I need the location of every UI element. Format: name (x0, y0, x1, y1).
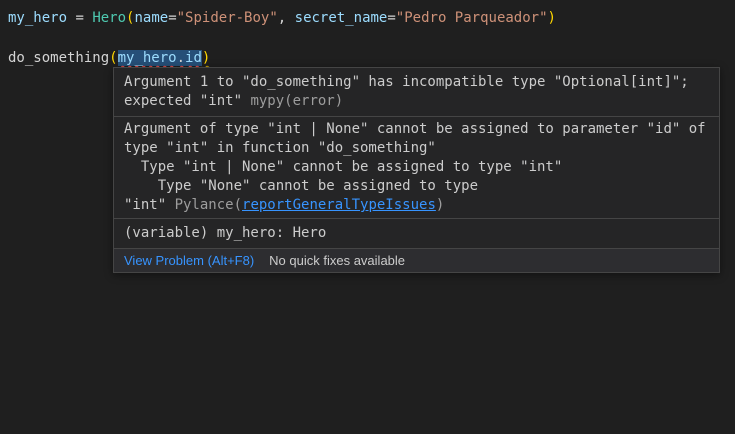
code-token: . (177, 50, 185, 66)
hover-text: Type "None" cannot be assigned to type (124, 178, 478, 194)
variable-my-hero: my_hero (8, 10, 67, 26)
hover-text: ) (436, 197, 444, 213)
code-token: "Pedro Parqueador" (396, 10, 548, 26)
hover-text-line: Type "None" cannot be assigned to type (124, 177, 709, 196)
hover-text-line: "int" Pylance(reportGeneralTypeIssues) (124, 196, 709, 215)
code-token: ) (548, 10, 556, 26)
hover-text: "int" (124, 197, 175, 213)
variable-type-info: (variable) my_hero: Hero (114, 219, 719, 249)
hover-text: Type "int | None" cannot be assigned to … (124, 159, 562, 175)
code-token: = (387, 10, 395, 26)
code-token: = (168, 10, 176, 26)
error-expression-my-hero-id: my_hero (118, 50, 177, 66)
function-do-something: do_something (8, 50, 109, 66)
code-editor[interactable]: my_hero = Hero(name="Spider-Boy", secret… (0, 0, 735, 434)
code-line[interactable] (8, 28, 556, 48)
code-token: secret_name (295, 10, 388, 26)
no-quick-fixes-label: No quick fixes available (269, 253, 405, 268)
hover-text-line: Argument of type "int | None" cannot be … (124, 120, 709, 139)
pylance-diagnostic: Argument of type "int | None" cannot be … (114, 117, 719, 219)
hover-text-line: Type "int | None" cannot be assigned to … (124, 158, 709, 177)
code-area[interactable]: my_hero = Hero(name="Spider-Boy", secret… (8, 8, 556, 68)
hover-text-line: (variable) my_hero: Hero (124, 224, 709, 243)
hover-text: Argument 1 to "do_something" has incompa… (124, 74, 689, 90)
mypy-diagnostic: Argument 1 to "do_something" has incompa… (114, 68, 719, 117)
report-general-type-issues-link[interactable]: reportGeneralTypeIssues (242, 197, 436, 213)
code-token: "Spider-Boy" (177, 10, 278, 26)
hover-text: expected "int" (124, 93, 250, 109)
view-problem-link[interactable]: View Problem (Alt+F8) (124, 253, 254, 268)
pylance-source-label: Pylance( (175, 197, 242, 213)
hover-text-line: expected "int" mypy(error) (124, 92, 709, 111)
code-token: id (185, 50, 202, 66)
code-token: = (67, 10, 92, 26)
code-token: name (134, 10, 168, 26)
code-token: ) (202, 50, 210, 66)
hover-status-bar: View Problem (Alt+F8) No quick fixes ava… (114, 249, 719, 272)
code-line[interactable]: do_something(my_hero.id) (8, 48, 556, 68)
code-line[interactable]: my_hero = Hero(name="Spider-Boy", secret… (8, 8, 556, 28)
class-hero: Hero (92, 10, 126, 26)
hover-text-line: type "int" in function "do_something" (124, 139, 709, 158)
code-token: ( (109, 50, 117, 66)
mypy-error-source-label: mypy(error) (250, 93, 343, 109)
hover-text: (variable) my_hero: Hero (124, 225, 326, 241)
hover-text-line: Argument 1 to "do_something" has incompa… (124, 73, 709, 92)
code-token: , (278, 10, 295, 26)
hover-text: type "int" in function "do_something" (124, 140, 436, 156)
hover-text: Argument of type "int | None" cannot be … (124, 121, 706, 137)
hover-tooltip: Argument 1 to "do_something" has incompa… (113, 67, 720, 273)
